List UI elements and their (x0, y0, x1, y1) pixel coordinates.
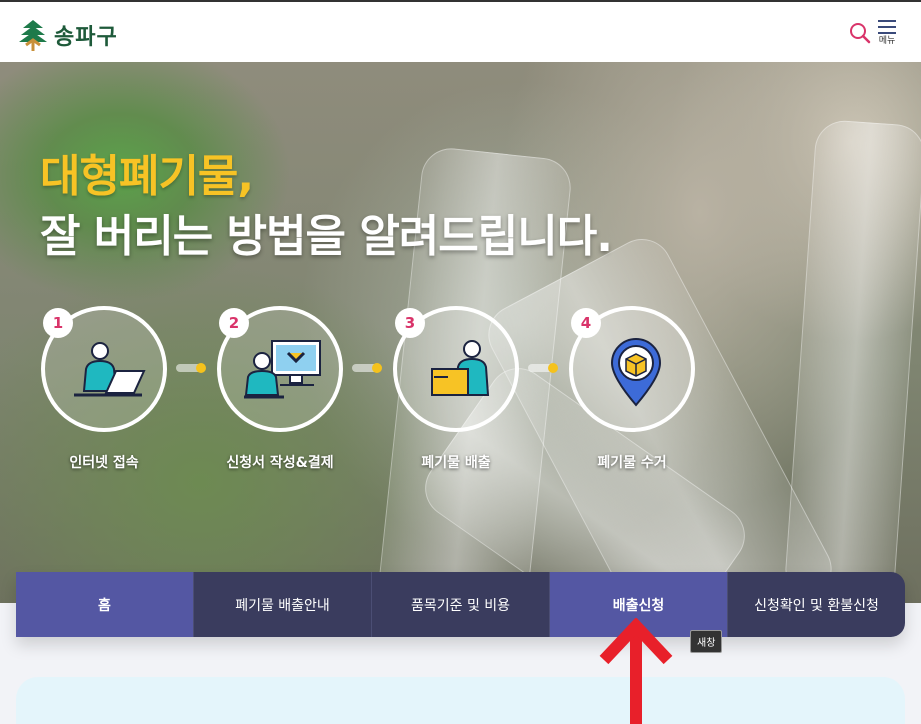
person-box-icon (431, 340, 490, 396)
songpa-logo[interactable]: 송파구 (18, 18, 118, 52)
step-connector (352, 363, 382, 373)
step-4: 4 (569, 306, 695, 432)
step-label: 인터넷 접속 (69, 455, 139, 471)
step-connector (176, 363, 206, 373)
hero-title-highlight: 대형폐기물, (40, 151, 254, 202)
nav-item-disposal-guide[interactable]: 폐기물 배출안내 (194, 572, 372, 637)
site-header: 송파구 메뉴 (0, 2, 921, 62)
step-circle: 1 (41, 306, 167, 432)
hamburger-icon (876, 20, 898, 34)
person-laptop-icon (74, 342, 146, 397)
hero-title: 잘 버리는 방법을 알려드립니다. (40, 211, 613, 262)
content-panel (16, 677, 905, 724)
step-circle: 3 (393, 306, 519, 432)
red-arrow-annotation (599, 618, 673, 724)
step-label: 폐기물 수거 (597, 455, 667, 471)
new-window-tooltip: 새창 (690, 630, 723, 653)
step-label: 폐기물 배출 (421, 455, 491, 471)
step-circle: 4 (569, 306, 695, 432)
step-circle: 2 (217, 306, 343, 432)
location-box-icon (610, 338, 662, 407)
nav-item-home[interactable]: 홈 (16, 572, 194, 637)
step-2: 2 (217, 306, 343, 432)
step-1: 1 (41, 306, 167, 432)
main-navigation: 홈 폐기물 배출안내 품목기준 및 비용 배출신청 신청확인 및 환불신청 (16, 572, 905, 637)
step-3: 3 (393, 306, 519, 432)
logo-text: 송파구 (54, 25, 118, 50)
nav-item-item-criteria-cost[interactable]: 품목기준 및 비용 (372, 572, 550, 637)
nav-item-request-check-refund[interactable]: 신청확인 및 환불신청 (728, 572, 905, 637)
hero-banner: 대형폐기물, 잘 버리는 방법을 알려드립니다. 1 인터넷 접속 2 신청서 … (0, 62, 921, 603)
pine-tree-icon (19, 20, 47, 51)
search-button[interactable] (849, 22, 871, 44)
search-icon (850, 23, 871, 44)
step-label: 신청서 작성&결제 (226, 455, 334, 471)
step-connector (528, 363, 558, 373)
person-monitor-icon (244, 340, 321, 399)
menu-button[interactable]: 메뉴 (876, 20, 898, 48)
menu-label: 메뉴 (878, 36, 896, 46)
bottle-decoration (783, 118, 921, 603)
